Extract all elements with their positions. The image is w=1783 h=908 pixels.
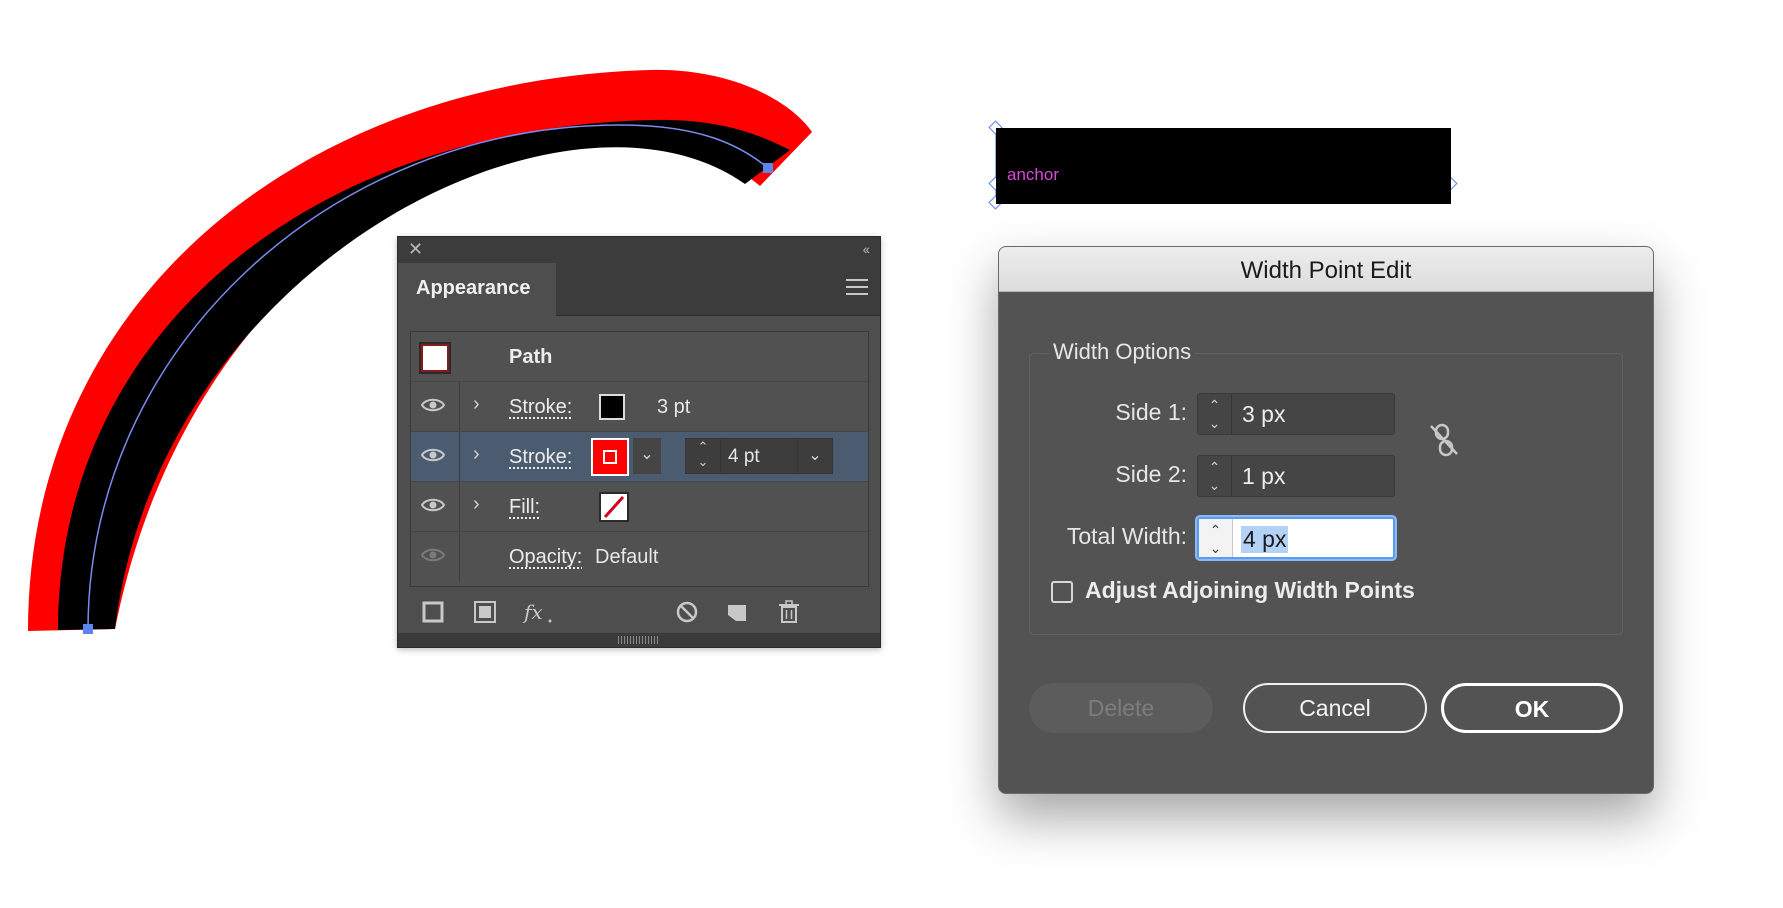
dialog-titlebar[interactable]: Width Point Edit [999,247,1653,292]
stroke-swatch-dropdown[interactable]: ⌄ [633,438,661,474]
add-new-fill-icon[interactable] [472,599,498,625]
stroke-weight-value: 3 pt [657,396,691,418]
stepper-icon[interactable]: ⌃ ⌄ [1199,519,1233,557]
side1-label: Side 1: [1115,399,1187,425]
appearance-row-path[interactable]: Path [411,332,868,382]
eye-icon[interactable] [421,547,445,563]
stroke-weight-field[interactable]: ⌃ ⌄ 4 pt ⌄ [685,438,833,474]
ok-button[interactable]: OK [1441,683,1623,733]
row-label-fill[interactable]: Fill: [509,496,540,519]
anchor-point-end[interactable] [763,163,773,173]
double-chevron-left-icon[interactable]: ‹‹ [863,241,870,257]
row-label-path: Path [509,346,553,368]
object-thumbnail [419,342,451,374]
panel-footer: fx [398,593,880,633]
adjust-adjoining-label[interactable]: Adjust Adjoining Width Points [1085,577,1415,604]
row-divider [459,482,460,531]
chevron-right-icon[interactable]: › [473,443,480,466]
anchor-label: anchor [1007,165,1059,184]
stroke-color-swatch[interactable] [591,438,629,476]
chevron-right-icon[interactable]: › [473,493,480,516]
appearance-row-stroke-2[interactable]: › Stroke: ⌄ ⌃ ⌄ 4 pt ⌄ [411,432,868,482]
side1-field[interactable]: ⌃ ⌄ 3 px [1197,393,1395,435]
eye-icon[interactable] [421,447,445,463]
row-divider [459,532,460,582]
row-label-stroke[interactable]: Stroke: [509,446,572,469]
total-width-value[interactable]: 4 px [1241,526,1289,553]
stroke-weight-value[interactable]: 4 pt [728,446,760,468]
row-label-opacity[interactable]: Opacity: [509,546,582,569]
width-point-edit-dialog: Width Point Edit Width Options Side 1: ⌃… [998,246,1654,794]
side1-value[interactable]: 3 px [1242,401,1285,428]
appearance-list: Path › Stroke: 3 pt › Stroke: ⌄ ⌃ ⌄ 4 pt … [410,331,869,587]
svg-text:fx: fx [522,600,543,624]
chevron-right-icon[interactable]: › [473,393,480,416]
grip-lines[interactable] [618,636,658,644]
add-new-stroke-icon[interactable] [420,599,446,625]
dialog-title: Width Point Edit [1240,257,1412,284]
unlink-icon[interactable] [1427,422,1461,458]
total-width-field[interactable]: ⌃ ⌄ 4 px [1197,517,1395,559]
delete-item-icon[interactable] [776,599,802,625]
clear-appearance-icon[interactable] [674,599,700,625]
stepper-icon[interactable]: ⌃ ⌄ [686,439,721,473]
side2-label: Side 2: [1115,461,1187,487]
cancel-button[interactable]: Cancel [1243,683,1427,733]
tab-appearance[interactable]: Appearance [398,263,556,316]
panel-tabstrip: Appearance [398,263,880,316]
chevron-down-icon[interactable]: ⌄ [797,439,832,473]
eye-icon[interactable] [421,397,445,413]
width-options-label: Width Options [1049,339,1196,365]
eye-icon[interactable] [421,497,445,513]
row-divider [459,432,460,481]
side2-value[interactable]: 1 px [1242,463,1285,490]
total-width-label: Total Width: [1066,523,1187,549]
fill-none-swatch[interactable] [599,492,629,522]
appearance-row-opacity[interactable]: Opacity: Default [411,532,868,582]
appearance-row-stroke-1[interactable]: › Stroke: 3 pt [411,382,868,432]
row-divider [459,382,460,431]
appearance-panel: ✕ ‹‹ Appearance Path › Stroke: 3 pt › St… [397,236,881,648]
stepper-icon[interactable]: ⌃ ⌄ [1198,394,1232,434]
row-label-stroke[interactable]: Stroke: [509,396,572,419]
delete-button[interactable]: Delete [1029,683,1213,733]
close-icon[interactable]: ✕ [408,239,423,260]
stroke-color-swatch[interactable] [599,394,625,420]
anchor-point-start[interactable] [83,624,93,634]
duplicate-item-icon[interactable] [724,599,750,625]
hamburger-menu-icon[interactable] [846,279,868,300]
opacity-value: Default [595,546,659,568]
panel-resize-grip[interactable] [398,633,880,647]
adjust-adjoining-checkbox[interactable] [1051,581,1073,603]
side2-field[interactable]: ⌃ ⌄ 1 px [1197,455,1395,497]
stepper-icon[interactable]: ⌃ ⌄ [1198,456,1232,496]
black-text-object[interactable] [996,128,1451,204]
appearance-row-fill[interactable]: › Fill: [411,482,868,532]
add-new-effect-icon[interactable]: fx [522,599,556,625]
panel-titlebar[interactable]: ✕ ‹‹ [398,237,880,263]
